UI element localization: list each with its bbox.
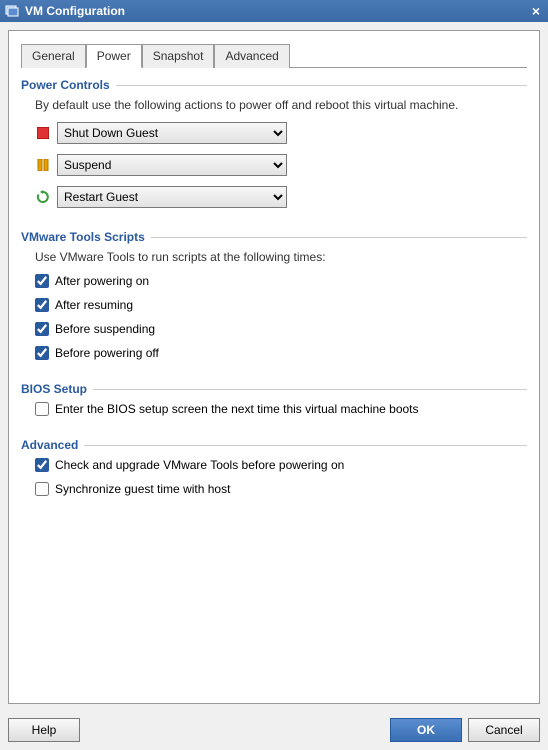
footer: Help OK Cancel xyxy=(8,710,540,742)
checkbox-after-power-on[interactable]: After powering on xyxy=(35,274,527,288)
checkbox-before-suspending-input[interactable] xyxy=(35,322,49,336)
tab-advanced[interactable]: Advanced xyxy=(214,44,289,68)
shutdown-select[interactable]: Shut Down Guest xyxy=(57,122,287,144)
checkbox-after-resuming[interactable]: After resuming xyxy=(35,298,527,312)
section-tools-scripts: VMware Tools Scripts Use VMware Tools to… xyxy=(21,230,527,370)
checkbox-enter-bios-input[interactable] xyxy=(35,402,49,416)
cancel-button[interactable]: Cancel xyxy=(468,718,540,742)
section-bios: BIOS Setup Enter the BIOS setup screen t… xyxy=(21,382,527,426)
section-advanced: Advanced Check and upgrade VMware Tools … xyxy=(21,438,527,506)
suspend-select[interactable]: Suspend xyxy=(57,154,287,176)
checkbox-enter-bios[interactable]: Enter the BIOS setup screen the next tim… xyxy=(35,402,527,416)
checkbox-after-resuming-input[interactable] xyxy=(35,298,49,312)
tab-snapshot[interactable]: Snapshot xyxy=(142,44,215,68)
pause-icon xyxy=(35,157,51,173)
stop-icon xyxy=(35,125,51,141)
checkbox-check-upgrade-input[interactable] xyxy=(35,458,49,472)
checkbox-before-powering-off[interactable]: Before powering off xyxy=(35,346,527,360)
tab-general[interactable]: General xyxy=(21,44,86,68)
tab-bar: General Power Snapshot Advanced xyxy=(21,43,527,68)
section-title-tools-scripts: VMware Tools Scripts xyxy=(21,230,151,244)
section-title-power-controls: Power Controls xyxy=(21,78,116,92)
restart-icon xyxy=(35,189,51,205)
checkbox-check-upgrade[interactable]: Check and upgrade VMware Tools before po… xyxy=(35,458,527,472)
tab-power[interactable]: Power xyxy=(86,44,142,68)
checkbox-sync-time-input[interactable] xyxy=(35,482,49,496)
close-icon[interactable]: × xyxy=(528,3,544,19)
content-panel: General Power Snapshot Advanced Power Co… xyxy=(8,30,540,704)
help-button[interactable]: Help xyxy=(8,718,80,742)
checkbox-after-power-on-input[interactable] xyxy=(35,274,49,288)
vm-icon xyxy=(4,3,20,19)
section-title-advanced: Advanced xyxy=(21,438,84,452)
window-body: General Power Snapshot Advanced Power Co… xyxy=(0,22,548,750)
ok-button[interactable]: OK xyxy=(390,718,462,742)
checkbox-sync-time[interactable]: Synchronize guest time with host xyxy=(35,482,527,496)
checkbox-before-suspending[interactable]: Before suspending xyxy=(35,322,527,336)
restart-select[interactable]: Restart Guest xyxy=(57,186,287,208)
section-power-controls: Power Controls By default use the follow… xyxy=(21,78,527,218)
window-title: VM Configuration xyxy=(25,4,528,18)
section-title-bios: BIOS Setup xyxy=(21,382,93,396)
titlebar: VM Configuration × xyxy=(0,0,548,22)
power-controls-desc: By default use the following actions to … xyxy=(35,98,527,112)
tools-scripts-desc: Use VMware Tools to run scripts at the f… xyxy=(35,250,527,264)
checkbox-before-powering-off-input[interactable] xyxy=(35,346,49,360)
